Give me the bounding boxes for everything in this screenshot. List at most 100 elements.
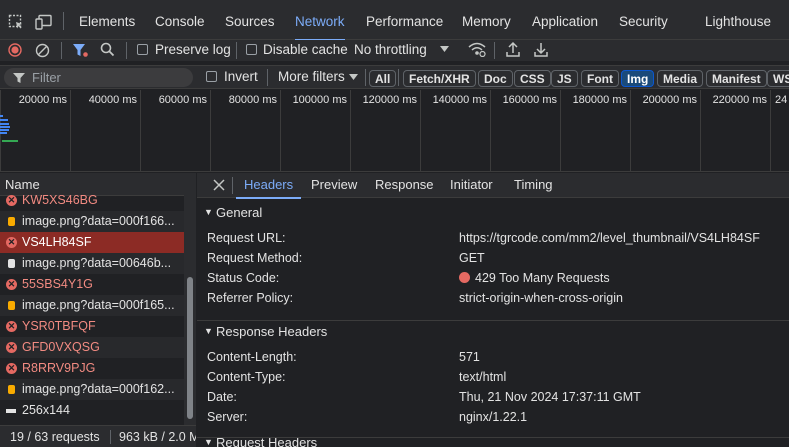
filter-funnel-icon[interactable]	[72, 43, 88, 58]
transfer-size: 963 kB / 2.0 M	[119, 430, 196, 444]
request-row[interactable]: image.png?data=000f162...	[0, 379, 184, 400]
header-value: nginx/1.22.1	[459, 410, 528, 424]
timeline-gridline	[70, 90, 71, 172]
request-row[interactable]: ✕ 55SBS4Y1G	[0, 274, 184, 295]
request-headers-section-header[interactable]: ▼ Request Headers	[197, 437, 789, 447]
timeline-tick-label: 80000 ms	[228, 94, 277, 106]
tab-console[interactable]: Console	[155, 0, 205, 40]
request-list: Name ✕ KW5XS46BG image.png?data=000f166...…	[0, 173, 196, 447]
request-row[interactable]: ✕ YSR0TBFQF	[0, 316, 184, 337]
filter-funnel-icon	[13, 73, 25, 83]
scrollbar-thumb[interactable]	[187, 277, 193, 419]
tab-divider	[63, 12, 64, 30]
request-headers-title: Request Headers	[216, 437, 318, 447]
filter-input[interactable]: Filter	[4, 68, 193, 87]
tab-response[interactable]: Response	[375, 173, 434, 198]
tab-timing[interactable]: Timing	[514, 173, 553, 198]
type-filter-img[interactable]: Img	[621, 70, 655, 87]
status-divider	[110, 430, 111, 444]
error-icon: ✕	[6, 195, 17, 206]
tab-performance[interactable]: Performance	[366, 0, 443, 40]
search-icon[interactable]	[100, 42, 115, 57]
export-har-icon[interactable]	[533, 41, 549, 58]
header-key: Request Method:	[207, 251, 303, 265]
error-icon: ✕	[6, 363, 17, 374]
filter-divider	[398, 69, 399, 86]
device-toolbar-icon[interactable]	[35, 14, 53, 30]
type-filter-font[interactable]: Font	[581, 70, 619, 87]
header-value: Thu, 21 Nov 2024 17:37:11 GMT	[459, 390, 641, 404]
filter-bar: Filter Invert More filters All Fetch/XHR…	[0, 65, 789, 89]
type-filter-doc[interactable]: Doc	[478, 70, 513, 87]
tab-application[interactable]: Application	[532, 0, 598, 40]
type-filter-media[interactable]: Media	[657, 70, 704, 87]
tab-elements[interactable]: Elements	[79, 0, 135, 40]
import-har-icon[interactable]	[505, 41, 521, 58]
timeline-gridline	[420, 90, 421, 172]
request-name: 256x144	[22, 403, 70, 417]
detail-tab-divider	[232, 177, 233, 194]
timeline-tick-label: 40000 ms	[88, 94, 137, 106]
request-list-scrollbar[interactable]	[184, 173, 196, 447]
image-icon	[8, 259, 15, 268]
network-conditions-icon[interactable]	[468, 42, 486, 57]
request-row[interactable]: ✕ R8RRV9PJG	[0, 358, 184, 379]
chevron-down-icon[interactable]	[349, 74, 358, 80]
toolbar-divider	[236, 42, 237, 59]
header-key: Server:	[207, 410, 248, 424]
error-status-icon	[459, 272, 470, 283]
timeline-tick-label: 220000 ms	[712, 94, 767, 106]
timeline-tick-label: 140000 ms	[432, 94, 487, 106]
timeline-gridline	[560, 90, 561, 172]
timeline-overview[interactable]: 20000 ms 40000 ms 60000 ms 80000 ms 1000…	[0, 90, 789, 172]
request-row[interactable]: ✕ GFD0VXQSG	[0, 337, 184, 358]
request-name: image.png?data=00646b...	[22, 256, 172, 270]
response-headers-section-header[interactable]: ▼ Response Headers	[197, 320, 789, 341]
request-row[interactable]: image.png?data=000f165...	[0, 295, 184, 316]
request-name: image.png?data=000f165...	[22, 298, 175, 312]
request-row[interactable]: image.png?data=00646b...	[0, 253, 184, 274]
request-name: image.png?data=000f166...	[22, 214, 175, 228]
chevron-down-icon[interactable]	[440, 46, 449, 52]
image-icon	[8, 217, 15, 226]
tab-lighthouse[interactable]: Lighthouse	[705, 0, 771, 40]
tab-network[interactable]: Network	[295, 0, 345, 41]
throttling-select[interactable]: No throttling	[354, 42, 427, 57]
timeline-tick-label: 20000 ms	[18, 94, 67, 106]
inspect-element-icon[interactable]	[8, 14, 24, 30]
tab-memory[interactable]: Memory	[462, 0, 511, 40]
preserve-log-checkbox[interactable]	[137, 44, 148, 55]
tab-security[interactable]: Security	[619, 0, 668, 40]
clear-icon[interactable]	[35, 43, 50, 58]
request-name: R8RRV9PJG	[22, 361, 96, 375]
type-filter-manifest[interactable]: Manifest	[706, 70, 767, 87]
filter-placeholder: Filter	[32, 70, 61, 85]
invert-checkbox[interactable]	[206, 71, 217, 82]
triangle-down-icon: ▼	[204, 326, 213, 336]
tab-preview[interactable]: Preview	[311, 173, 357, 198]
header-value: text/html	[459, 370, 507, 384]
timeline-gridline	[630, 90, 631, 172]
tab-initiator[interactable]: Initiator	[450, 173, 493, 198]
triangle-down-icon: ▼	[204, 207, 213, 217]
tab-headers[interactable]: Headers	[235, 173, 302, 199]
status-code: 429 Too Many Requests	[459, 271, 610, 285]
timeline-gridline	[770, 90, 771, 172]
request-row[interactable]: image.png?data=000f166...	[0, 211, 184, 232]
type-filter-js[interactable]: JS	[551, 70, 578, 87]
general-section-header[interactable]: ▼ General	[197, 202, 789, 223]
type-filter-fetch-xhr[interactable]: Fetch/XHR	[403, 70, 476, 87]
type-filter-all[interactable]: All	[369, 70, 397, 87]
type-filter-ws[interactable]: WS	[767, 70, 789, 87]
record-stop-icon[interactable]	[8, 43, 22, 57]
filter-divider	[365, 69, 366, 86]
more-filters-button[interactable]: More filters	[278, 69, 345, 84]
tab-sources[interactable]: Sources	[225, 0, 275, 40]
request-row[interactable]: ✕ KW5XS46BG	[0, 190, 184, 211]
type-filter-css[interactable]: CSS	[514, 70, 551, 87]
disable-cache-checkbox[interactable]	[246, 44, 257, 55]
timeline-request-bars	[0, 115, 22, 145]
request-row[interactable]: ✕ VS4LH84SF	[0, 232, 184, 253]
request-row[interactable]: 256x144	[0, 400, 184, 421]
close-icon[interactable]	[213, 179, 225, 191]
